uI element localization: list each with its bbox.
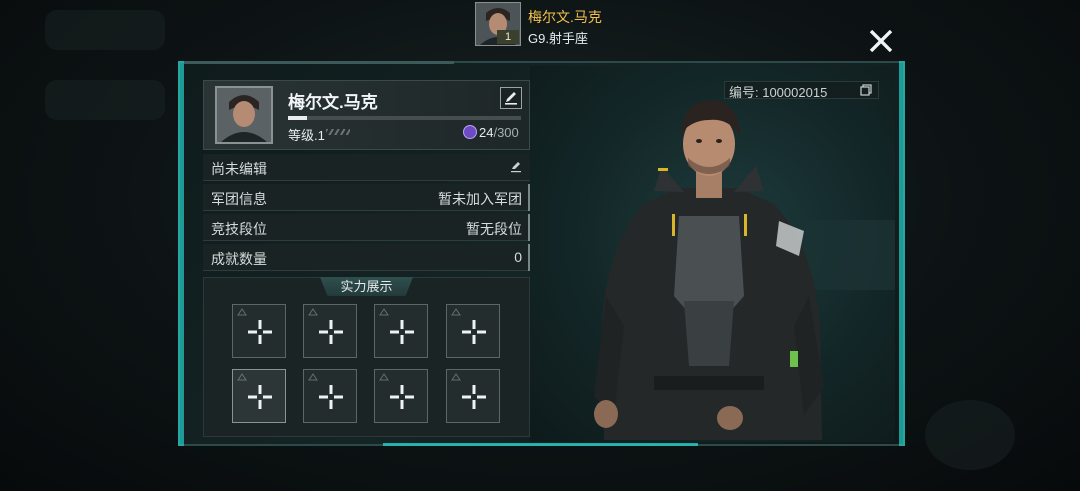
level-stripes [326,129,350,135]
background-panel [45,80,165,120]
achievement-value: 0 [514,249,522,265]
character-portrait [594,100,824,440]
background-panel [925,400,1015,470]
add-icon [390,320,414,344]
slot-type-icon [379,373,389,381]
showcase-slot[interactable] [446,304,500,358]
signature-row[interactable]: 尚未编辑 [203,154,530,181]
panel-bottom-accent [383,443,698,446]
legion-row[interactable]: 军团信息 暂未加入军团 [203,184,530,211]
panel-top-accent [184,61,454,64]
header-avatar[interactable]: 1 [475,2,521,46]
copy-icon[interactable] [860,84,872,96]
slot-type-icon [237,308,247,316]
experience-text: 24/300 [479,125,519,140]
experience-bar [288,116,521,120]
header-subtitle: G9.射手座 [528,31,588,46]
showcase-slot[interactable] [374,304,428,358]
showcase-slot[interactable] [303,369,357,423]
experience-bar-fill [288,116,307,120]
slot-type-icon [308,373,318,381]
profile-name: 梅尔文.马克 [288,93,378,112]
showcase-slot[interactable] [303,304,357,358]
add-icon [319,385,343,409]
row-accent [528,214,530,241]
player-id: 编号: 100002015 [729,85,828,100]
showcase-slot[interactable] [232,369,286,423]
add-icon [248,320,272,344]
add-icon [248,385,272,409]
showcase-title: 实力展示 [320,277,413,296]
pencil-icon[interactable] [510,161,522,173]
arena-rank-label: 竞技段位 [211,221,267,237]
row-accent [528,244,530,271]
profile-avatar[interactable] [215,86,273,144]
portrait-icon [217,88,271,142]
legion-label: 军团信息 [211,191,267,207]
level-label: 等级.1 [288,128,325,143]
add-icon [319,320,343,344]
slot-type-icon [451,308,461,316]
showcase-slot[interactable] [232,304,286,358]
add-icon [462,385,486,409]
close-button[interactable] [868,29,894,56]
exp-max: /300 [493,125,519,140]
panel-edge-right [899,61,905,446]
header-player-name: 梅尔文.马克 [528,9,602,25]
legion-value: 暂未加入军团 [438,191,522,207]
background-panel [45,10,165,50]
arena-rank-value: 暂无段位 [466,221,522,237]
exp-current: 24 [479,125,494,140]
pencil-icon [505,92,517,105]
add-icon [462,320,486,344]
panel-edge-left [178,61,184,446]
achievement-row[interactable]: 成就数量 0 [203,244,530,271]
slot-type-icon [308,308,318,316]
add-icon [390,385,414,409]
showcase-slot[interactable] [374,369,428,423]
slot-type-icon [237,373,247,381]
edit-name-button[interactable] [500,87,522,109]
showcase-slot[interactable] [446,369,500,423]
signature-label: 尚未编辑 [211,161,267,177]
slot-type-icon [379,308,389,316]
close-icon [869,29,893,53]
experience-gem-icon [463,125,477,139]
slot-type-icon [451,373,461,381]
achievement-label: 成就数量 [211,251,267,267]
arena-rank-row[interactable]: 竞技段位 暂无段位 [203,214,530,241]
row-accent [528,184,530,211]
level-badge: 1 [497,30,519,44]
